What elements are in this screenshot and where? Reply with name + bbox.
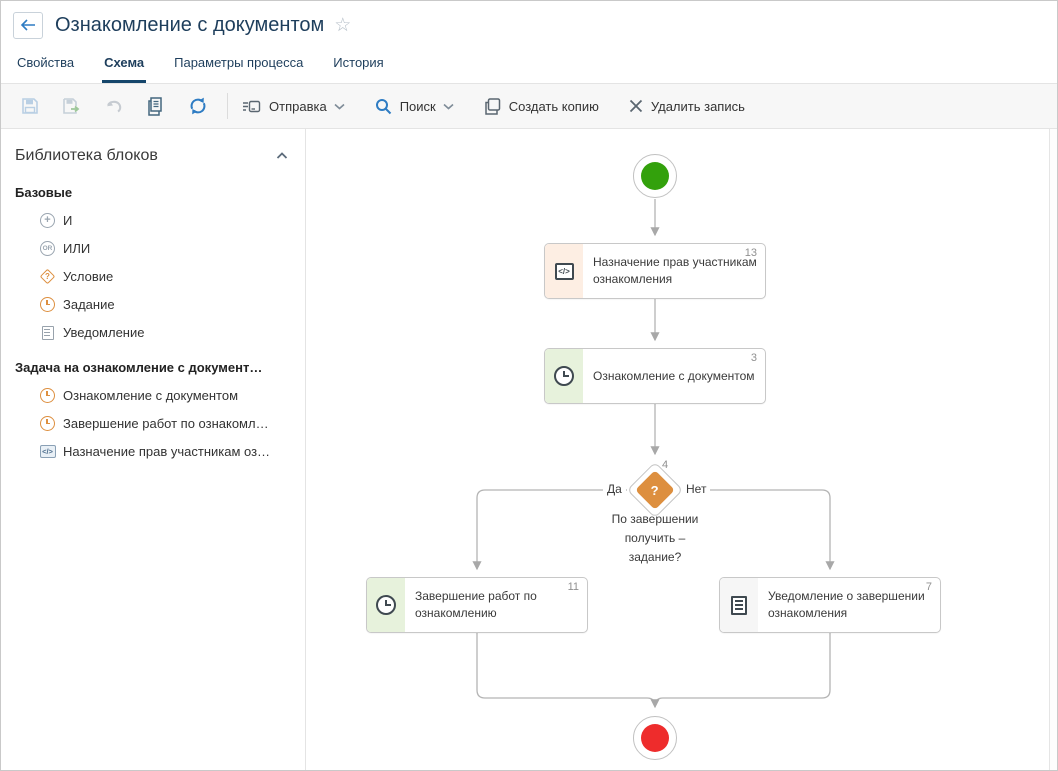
chevron-down-icon bbox=[443, 103, 454, 110]
library-item-label: И bbox=[63, 213, 72, 228]
arrow-left-icon bbox=[20, 19, 36, 31]
send-menu-button[interactable]: Отправка bbox=[242, 99, 345, 114]
task-clock-icon bbox=[39, 388, 56, 403]
save-arrow-icon bbox=[62, 97, 82, 115]
notification-doc-icon bbox=[731, 596, 747, 615]
undo-icon bbox=[104, 98, 124, 114]
condition-icon: ? bbox=[39, 271, 56, 282]
header: Ознакомление с документом ☆ bbox=[1, 1, 1057, 49]
delete-record-label: Удалить запись bbox=[651, 99, 745, 114]
block-stripe bbox=[367, 578, 405, 632]
tab-schema[interactable]: Схема bbox=[102, 49, 146, 83]
save-button[interactable] bbox=[15, 91, 45, 121]
library-item-label: Условие bbox=[63, 269, 113, 284]
library-item-label: Завершение работ по ознакомл… bbox=[63, 416, 269, 431]
task-clock-icon bbox=[39, 297, 56, 312]
block-label: Назначение прав участникам ознакомления bbox=[593, 244, 757, 298]
main-area: Библиотека блоков Базовые + И OR ИЛИ ? У… bbox=[1, 129, 1057, 770]
save-and-close-button[interactable] bbox=[57, 91, 87, 121]
copy-button[interactable] bbox=[141, 91, 171, 121]
library-item-condition[interactable]: ? Условие bbox=[15, 269, 291, 284]
gateway-question: По завершении получить – задание? bbox=[590, 510, 720, 568]
code-icon: </> bbox=[39, 445, 56, 458]
start-event-node[interactable] bbox=[633, 154, 677, 198]
refresh-icon bbox=[188, 96, 208, 116]
library-item-label: Ознакомление с документом bbox=[63, 388, 238, 403]
page-title: Ознакомление с документом bbox=[55, 14, 324, 37]
library-item-finish-work[interactable]: Завершение работ по ознакомл… bbox=[15, 416, 291, 431]
process-designer-window: Ознакомление с документом ☆ Свойства Схе… bbox=[0, 0, 1058, 771]
library-item-or[interactable]: OR ИЛИ bbox=[15, 241, 291, 256]
save-icon bbox=[21, 97, 39, 115]
section-basic-title: Базовые bbox=[15, 185, 291, 200]
block-label: Завершение работ по ознакомлению bbox=[415, 578, 579, 632]
or-gateway-icon: OR bbox=[39, 241, 56, 256]
search-menu-button[interactable]: Поиск bbox=[375, 98, 454, 115]
search-label: Поиск bbox=[400, 99, 436, 114]
block-notification[interactable]: 7 Уведомление о завершении ознакомления bbox=[719, 577, 941, 633]
search-icon bbox=[375, 98, 392, 115]
toolbar-separator bbox=[227, 93, 228, 119]
tab-properties[interactable]: Свойства bbox=[15, 49, 76, 83]
undo-button[interactable] bbox=[99, 91, 129, 121]
tab-process-parameters[interactable]: Параметры процесса bbox=[172, 49, 305, 83]
edge-label-no: Нет bbox=[682, 482, 710, 496]
block-finish-work[interactable]: 11 Завершение работ по ознакомлению bbox=[366, 577, 588, 633]
block-label: Уведомление о завершении ознакомления bbox=[768, 578, 932, 632]
close-x-icon bbox=[629, 99, 643, 113]
start-event-icon bbox=[641, 162, 669, 190]
library-item-assign-rights[interactable]: </> Назначение прав участникам оз… bbox=[15, 444, 291, 459]
collapse-panel-button[interactable] bbox=[273, 149, 291, 163]
refresh-button[interactable] bbox=[183, 91, 213, 121]
section-task-title: Задача на ознакомление с документ… bbox=[15, 360, 291, 375]
block-stripe: </> bbox=[545, 244, 583, 298]
library-item-notification[interactable]: Уведомление bbox=[15, 325, 291, 340]
favorite-star-icon[interactable]: ☆ bbox=[334, 16, 351, 35]
copy-icon bbox=[147, 97, 165, 116]
end-event-icon bbox=[641, 724, 669, 752]
diagram-canvas[interactable]: </> 13 Назначение прав участникам ознако… bbox=[306, 129, 1057, 770]
create-copy-label: Создать копию bbox=[509, 99, 599, 114]
block-review-document[interactable]: 3 Ознакомление с документом bbox=[544, 348, 766, 404]
block-stripe bbox=[545, 349, 583, 403]
tab-history[interactable]: История bbox=[331, 49, 385, 83]
block-stripe bbox=[720, 578, 758, 632]
library-item-label: Задание bbox=[63, 297, 115, 312]
library-item-label: Назначение прав участникам оз… bbox=[63, 444, 270, 459]
back-button[interactable] bbox=[13, 12, 43, 39]
library-item-label: Уведомление bbox=[63, 325, 144, 340]
block-label: Ознакомление с документом bbox=[593, 349, 757, 403]
vertical-scrollbar[interactable] bbox=[1049, 129, 1057, 770]
delete-record-button[interactable]: Удалить запись bbox=[629, 99, 745, 114]
chevron-up-icon bbox=[276, 152, 288, 160]
question-mark-icon: ? bbox=[651, 482, 659, 497]
toolbar: Отправка Поиск Создать копию Удали bbox=[1, 83, 1057, 129]
block-library-panel: Библиотека блоков Базовые + И OR ИЛИ ? У… bbox=[1, 129, 306, 770]
library-title: Библиотека блоков bbox=[15, 147, 158, 165]
library-item-task[interactable]: Задание bbox=[15, 297, 291, 312]
gateway-number: 4 bbox=[662, 459, 668, 471]
block-assign-rights[interactable]: </> 13 Назначение прав участникам ознако… bbox=[544, 243, 766, 299]
task-clock-icon bbox=[554, 366, 574, 386]
library-item-review-doc[interactable]: Ознакомление с документом bbox=[15, 388, 291, 403]
connector-lines bbox=[306, 129, 1051, 770]
send-form-icon bbox=[242, 99, 261, 114]
tab-bar: Свойства Схема Параметры процесса Истори… bbox=[1, 49, 1057, 83]
library-item-and[interactable]: + И bbox=[15, 213, 291, 228]
code-icon: </> bbox=[555, 263, 574, 280]
duplicate-icon bbox=[484, 98, 501, 115]
notification-doc-icon bbox=[39, 326, 56, 340]
create-copy-button[interactable]: Создать копию bbox=[484, 98, 599, 115]
task-clock-icon bbox=[39, 416, 56, 431]
chevron-down-icon bbox=[334, 103, 345, 110]
send-label: Отправка bbox=[269, 99, 327, 114]
end-event-node[interactable] bbox=[633, 716, 677, 760]
and-gateway-icon: + bbox=[39, 213, 56, 228]
library-item-label: ИЛИ bbox=[63, 241, 90, 256]
task-clock-icon bbox=[376, 595, 396, 615]
edge-label-yes: Да bbox=[603, 482, 626, 496]
